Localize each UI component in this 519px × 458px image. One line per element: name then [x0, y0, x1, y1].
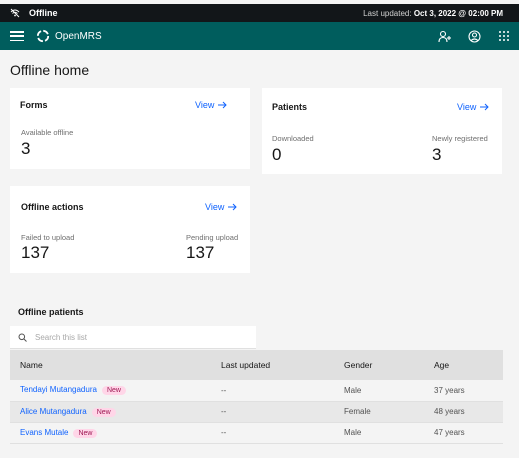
openmrs-logo-icon — [36, 29, 50, 43]
forms-available-value: 3 — [21, 139, 31, 158]
patients-tile-title: Patients — [272, 102, 308, 112]
patients-view-label: View — [457, 102, 477, 112]
last-updated-cell: -- — [211, 380, 334, 402]
add-patient-icon[interactable] — [429, 22, 459, 50]
wifi-off-icon — [9, 7, 21, 19]
app-header: OpenMRS — [0, 22, 519, 50]
patient-name-link[interactable]: Alice Mutangadura — [20, 407, 87, 416]
patients-registered-value: 3 — [432, 145, 442, 164]
patients-tile: Patients View Downloaded 0 Newly registe… — [262, 88, 502, 174]
table-row[interactable]: Tendayi Mutangadura New -- Male 37 years — [10, 380, 503, 402]
arrow-right-icon — [218, 101, 228, 109]
last-updated: Last updated: Oct 3, 2022 @ 02:00 PM — [363, 9, 503, 18]
table-row[interactable]: Evans Mutale New -- Male 47 years — [10, 422, 503, 444]
patients-downloaded-label: Downloaded — [272, 134, 314, 143]
offline-actions-title: Offline actions — [21, 202, 84, 212]
forms-available-label: Available offline — [21, 128, 74, 137]
offline-actions-tile: Offline actions View Failed to upload 13… — [10, 186, 250, 273]
patients-downloaded-value: 0 — [272, 145, 282, 164]
col-age[interactable]: Age — [424, 350, 503, 380]
last-updated-cell: -- — [211, 401, 334, 423]
age-cell: 47 years — [424, 422, 503, 444]
new-tag: New — [73, 428, 98, 438]
new-tag: New — [91, 407, 116, 417]
arrow-right-icon — [228, 203, 238, 211]
offline-patients-table: Name Last updated Gender Age Tendayi Mut… — [10, 350, 503, 444]
hamburger-menu-icon[interactable] — [10, 30, 24, 42]
offline-actions-view-label: View — [205, 202, 225, 212]
new-tag: New — [101, 386, 126, 396]
offline-patients-title: Offline patients — [18, 307, 84, 317]
offline-status: Offline — [29, 8, 58, 18]
arrow-right-icon — [480, 103, 490, 111]
last-updated-cell: -- — [211, 422, 334, 444]
page-title: Offline home — [10, 62, 90, 78]
pending-upload-label: Pending upload — [186, 233, 239, 242]
user-avatar-icon[interactable] — [459, 22, 489, 50]
patient-search — [10, 326, 256, 349]
pending-upload-value: 137 — [186, 243, 215, 262]
forms-tile-title: Forms — [20, 100, 48, 110]
offline-banner: Offline Last updated: Oct 3, 2022 @ 02:0… — [0, 4, 519, 22]
gender-cell: Female — [334, 401, 424, 423]
forms-tile: Forms View Available offline 3 — [10, 88, 250, 169]
patient-name-link[interactable]: Tendayi Mutangadura — [20, 385, 97, 394]
gender-cell: Male — [334, 422, 424, 444]
patients-registered-label: Newly registered — [432, 134, 488, 143]
forms-view-link[interactable]: View — [195, 100, 228, 110]
patients-view-link[interactable]: View — [457, 102, 490, 112]
col-name[interactable]: Name — [10, 350, 211, 380]
patient-name-link[interactable]: Evans Mutale — [20, 428, 68, 437]
last-updated-value: Oct 3, 2022 @ 02:00 PM — [413, 8, 503, 18]
col-last-updated[interactable]: Last updated — [211, 350, 334, 380]
failed-upload-label: Failed to upload — [21, 233, 75, 242]
age-cell: 48 years — [424, 401, 503, 423]
age-cell: 37 years — [424, 380, 503, 402]
app-switcher-icon[interactable] — [489, 22, 519, 50]
table-header-row: Name Last updated Gender Age — [10, 350, 503, 380]
logo-text: OpenMRS — [55, 30, 102, 42]
offline-actions-view-link[interactable]: View — [205, 202, 238, 212]
search-icon — [18, 333, 27, 342]
col-gender[interactable]: Gender — [334, 350, 424, 380]
gender-cell: Male — [334, 380, 424, 402]
table-row[interactable]: Alice Mutangadura New -- Female 48 years — [10, 401, 503, 423]
forms-view-label: View — [195, 100, 215, 110]
last-updated-label: Last updated: — [363, 8, 412, 18]
search-input[interactable] — [35, 332, 235, 342]
openmrs-logo[interactable]: OpenMRS — [36, 29, 102, 43]
failed-upload-value: 137 — [21, 243, 50, 262]
